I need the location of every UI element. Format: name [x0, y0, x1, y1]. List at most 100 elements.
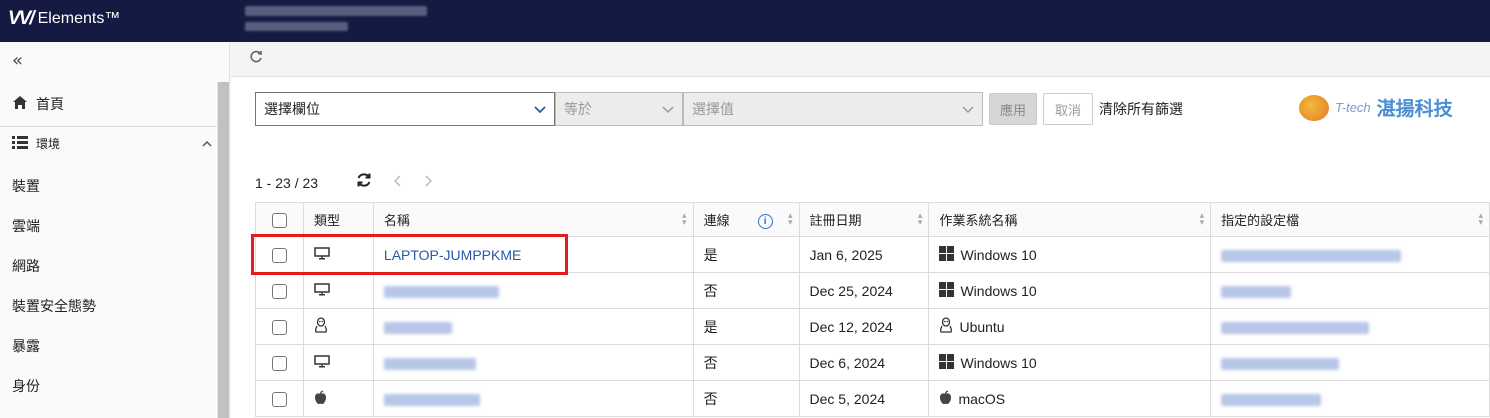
table-row[interactable]: 否 Dec 25, 2024 Windows 10: [255, 272, 1490, 309]
top-bar: VV/ Elements™: [0, 0, 1490, 42]
app-logo[interactable]: VV/ Elements™: [8, 8, 120, 30]
connection-cell: 否: [692, 272, 800, 309]
col-header-name[interactable]: 名稱 ▴ ▾: [372, 202, 694, 237]
blurred-profile-name[interactable]: [1221, 321, 1370, 334]
brand-tech: T-tech: [1335, 100, 1371, 115]
windows-icon: [939, 353, 955, 372]
select-all-checkbox[interactable]: [271, 212, 287, 228]
blurred-device-name[interactable]: [383, 285, 499, 298]
field-select[interactable]: 選擇欄位: [255, 92, 555, 126]
operator-select-value: 等於: [564, 101, 592, 117]
operator-select[interactable]: 等於: [555, 92, 683, 126]
row-select-cell: [255, 272, 304, 309]
cancel-button[interactable]: 取消: [1043, 93, 1093, 125]
blurred-account-line-1: [245, 6, 427, 16]
sidebar-item-environment[interactable]: 環境: [12, 135, 212, 152]
sidebar: « 首頁 環境 裝置 雲端 網路 裝置安全態勢 暴露 身份: [0, 42, 230, 418]
sidebar-item-devices[interactable]: 裝置: [12, 176, 40, 196]
col-header-type[interactable]: 類型: [302, 202, 374, 237]
blurred-profile-name[interactable]: [1221, 357, 1340, 370]
blurred-device-name[interactable]: [383, 321, 452, 334]
sidebar-divider: [0, 126, 217, 127]
blurred-profile-name[interactable]: [1221, 393, 1322, 406]
blurred-device-name[interactable]: [383, 357, 476, 370]
sidebar-item-exposure[interactable]: 暴露: [12, 336, 40, 356]
brand-name: 湛揚科技: [1376, 98, 1453, 120]
sort-icon[interactable]: ▴ ▾: [682, 211, 687, 227]
sidebar-item-label: 雲端: [12, 218, 40, 234]
apple-icon: [314, 390, 327, 408]
sort-icon[interactable]: ▴ ▾: [1200, 211, 1205, 227]
pager-range: 1 - 23 / 23: [255, 174, 319, 191]
chevron-up-icon[interactable]: [202, 138, 212, 150]
blurred-device-name[interactable]: [383, 393, 480, 406]
profile-cell: [1210, 344, 1490, 381]
os-cell: Windows 10: [928, 236, 1212, 273]
col-header-profile[interactable]: 指定的設定檔 ▴ ▾: [1210, 202, 1490, 237]
blurred-profile-name[interactable]: [1221, 249, 1402, 262]
name-cell: [372, 308, 694, 345]
windows-icon: [939, 281, 955, 300]
chevron-down-icon: [534, 102, 546, 117]
next-page-icon[interactable]: [424, 174, 433, 192]
row-checkbox[interactable]: [271, 283, 287, 299]
profile-cell: [1210, 308, 1490, 345]
prev-page-icon[interactable]: [393, 174, 402, 192]
sidebar-item-home[interactable]: 首頁: [12, 94, 64, 114]
sidebar-item-identity[interactable]: 身份: [12, 376, 40, 396]
list-icon: [12, 135, 28, 152]
table-row[interactable]: 否 Dec 5, 2024 macOS: [255, 380, 1490, 417]
row-checkbox[interactable]: [271, 391, 287, 407]
connection-cell: 否: [692, 380, 800, 417]
type-cell: [302, 272, 374, 309]
sort-icon[interactable]: ▴ ▾: [918, 211, 923, 227]
sidebar-item-label: 裝置: [12, 178, 40, 194]
row-select-cell: [255, 308, 304, 345]
row-checkbox[interactable]: [271, 319, 287, 335]
select-all-cell: [255, 202, 304, 237]
info-icon[interactable]: i: [757, 214, 773, 230]
profile-cell: [1210, 236, 1490, 273]
sort-icon[interactable]: ▴ ▾: [1478, 211, 1483, 227]
sidebar-item-cloud[interactable]: 雲端: [12, 216, 40, 236]
apply-button[interactable]: 應用: [989, 93, 1037, 125]
col-header-connection[interactable]: 連線 i ▴ ▾: [692, 202, 800, 237]
value-select-value: 選擇值: [692, 101, 734, 117]
sort-icon[interactable]: ▴ ▾: [788, 211, 793, 227]
toolbar: [231, 42, 1490, 77]
name-cell: [372, 344, 694, 381]
connection-cell: 是: [692, 236, 800, 273]
chevron-down-icon: [662, 102, 674, 117]
row-checkbox[interactable]: [271, 355, 287, 371]
collapse-sidebar-icon[interactable]: «: [12, 50, 23, 71]
pager: 1 - 23 / 23: [255, 172, 433, 193]
name-cell: [372, 380, 694, 417]
brand-logo-icon: [1299, 94, 1329, 121]
table-row[interactable]: 否 Dec 6, 2024 Windows 10: [255, 344, 1490, 381]
reload-icon[interactable]: [249, 50, 263, 68]
sidebar-item-network[interactable]: 網路: [12, 256, 40, 276]
type-cell: [302, 344, 374, 381]
clear-filters-link[interactable]: 清除所有篩選: [1099, 99, 1183, 119]
windows-icon: [939, 245, 955, 264]
col-header-os[interactable]: 作業系統名稱 ▴ ▾: [928, 202, 1212, 237]
sidebar-item-label: 裝置安全態勢: [12, 298, 96, 314]
sidebar-item-label: 暴露: [12, 338, 40, 354]
sidebar-scrollbar-thumb[interactable]: [218, 82, 229, 418]
profile-cell: [1210, 272, 1490, 309]
col-header-registered[interactable]: 註冊日期 ▴ ▾: [798, 202, 930, 237]
sidebar-item-posture[interactable]: 裝置安全態勢: [12, 296, 96, 316]
table-header-row: 類型 名稱 ▴ ▾ 連線 i ▴ ▾ 註冊日期 ▴ ▾ 作業系統名稱 ▴ ▾ 指定的設定檔 ▴ ▾: [255, 202, 1490, 237]
table-row[interactable]: 是 Dec 12, 2024 Ubuntu: [255, 308, 1490, 345]
registered-date-cell: Dec 25, 2024: [798, 272, 930, 309]
apple-icon: [939, 389, 952, 408]
blurred-profile-name[interactable]: [1221, 285, 1292, 298]
value-select[interactable]: 選擇值: [683, 92, 983, 126]
registered-date-cell: Dec 6, 2024: [798, 344, 930, 381]
refresh-icon[interactable]: [356, 172, 372, 193]
highlight-box: [251, 234, 568, 275]
os-cell: Windows 10: [928, 272, 1212, 309]
connection-cell: 是: [692, 308, 800, 345]
os-cell: Ubuntu: [928, 308, 1212, 345]
sidebar-item-label: 身份: [12, 378, 40, 394]
